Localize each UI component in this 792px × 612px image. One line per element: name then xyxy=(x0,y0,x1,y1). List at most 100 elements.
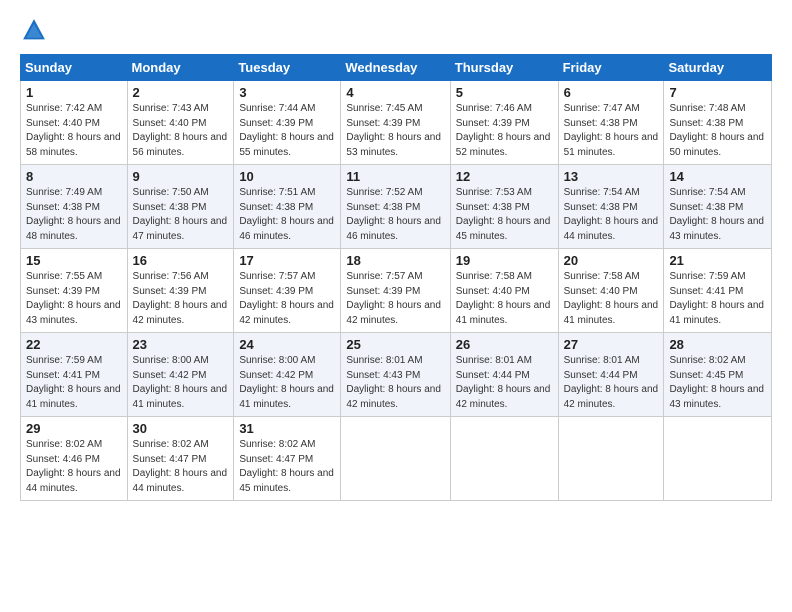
day-info: Sunrise: 8:02 AMSunset: 4:47 PMDaylight:… xyxy=(239,439,334,494)
calendar-cell: 6 Sunrise: 7:47 AMSunset: 4:38 PMDayligh… xyxy=(558,81,664,165)
calendar-body: 1 Sunrise: 7:42 AMSunset: 4:40 PMDayligh… xyxy=(21,81,772,501)
calendar-week-row: 15 Sunrise: 7:55 AMSunset: 4:39 PMDaylig… xyxy=(21,249,772,333)
day-info: Sunrise: 8:02 AMSunset: 4:45 PMDaylight:… xyxy=(669,355,764,410)
calendar-cell: 20 Sunrise: 7:58 AMSunset: 4:40 PMDaylig… xyxy=(558,249,664,333)
day-info: Sunrise: 8:00 AMSunset: 4:42 PMDaylight:… xyxy=(133,355,228,410)
day-info: Sunrise: 8:02 AMSunset: 4:47 PMDaylight:… xyxy=(133,439,228,494)
day-info: Sunrise: 7:51 AMSunset: 4:38 PMDaylight:… xyxy=(239,187,334,242)
day-number: 23 xyxy=(133,337,229,352)
day-info: Sunrise: 7:50 AMSunset: 4:38 PMDaylight:… xyxy=(133,187,228,242)
calendar-cell: 13 Sunrise: 7:54 AMSunset: 4:38 PMDaylig… xyxy=(558,165,664,249)
calendar-cell: 10 Sunrise: 7:51 AMSunset: 4:38 PMDaylig… xyxy=(234,165,341,249)
calendar-cell: 28 Sunrise: 8:02 AMSunset: 4:45 PMDaylig… xyxy=(664,333,772,417)
calendar-cell: 1 Sunrise: 7:42 AMSunset: 4:40 PMDayligh… xyxy=(21,81,128,165)
day-number: 26 xyxy=(456,337,553,352)
calendar-cell: 9 Sunrise: 7:50 AMSunset: 4:38 PMDayligh… xyxy=(127,165,234,249)
calendar-cell: 26 Sunrise: 8:01 AMSunset: 4:44 PMDaylig… xyxy=(450,333,558,417)
day-number: 20 xyxy=(564,253,659,268)
calendar-cell xyxy=(664,417,772,501)
calendar-cell xyxy=(450,417,558,501)
day-number: 29 xyxy=(26,421,122,436)
day-info: Sunrise: 7:48 AMSunset: 4:38 PMDaylight:… xyxy=(669,103,764,158)
calendar-cell: 16 Sunrise: 7:56 AMSunset: 4:39 PMDaylig… xyxy=(127,249,234,333)
calendar-week-row: 22 Sunrise: 7:59 AMSunset: 4:41 PMDaylig… xyxy=(21,333,772,417)
calendar-cell: 24 Sunrise: 8:00 AMSunset: 4:42 PMDaylig… xyxy=(234,333,341,417)
day-number: 21 xyxy=(669,253,766,268)
day-info: Sunrise: 8:00 AMSunset: 4:42 PMDaylight:… xyxy=(239,355,334,410)
calendar-cell: 3 Sunrise: 7:44 AMSunset: 4:39 PMDayligh… xyxy=(234,81,341,165)
day-number: 8 xyxy=(26,169,122,184)
day-info: Sunrise: 7:59 AMSunset: 4:41 PMDaylight:… xyxy=(26,355,121,410)
day-number: 22 xyxy=(26,337,122,352)
calendar-cell: 27 Sunrise: 8:01 AMSunset: 4:44 PMDaylig… xyxy=(558,333,664,417)
day-info: Sunrise: 7:57 AMSunset: 4:39 PMDaylight:… xyxy=(239,271,334,326)
day-number: 31 xyxy=(239,421,335,436)
day-info: Sunrise: 7:53 AMSunset: 4:38 PMDaylight:… xyxy=(456,187,551,242)
day-info: Sunrise: 8:01 AMSunset: 4:43 PMDaylight:… xyxy=(346,355,441,410)
weekday-header-row: SundayMondayTuesdayWednesdayThursdayFrid… xyxy=(21,55,772,81)
calendar-week-row: 1 Sunrise: 7:42 AMSunset: 4:40 PMDayligh… xyxy=(21,81,772,165)
weekday-header-cell: Wednesday xyxy=(341,55,450,81)
day-number: 17 xyxy=(239,253,335,268)
day-number: 14 xyxy=(669,169,766,184)
day-number: 27 xyxy=(564,337,659,352)
day-number: 13 xyxy=(564,169,659,184)
weekday-header-cell: Saturday xyxy=(664,55,772,81)
weekday-header-cell: Thursday xyxy=(450,55,558,81)
day-info: Sunrise: 7:57 AMSunset: 4:39 PMDaylight:… xyxy=(346,271,441,326)
day-info: Sunrise: 7:46 AMSunset: 4:39 PMDaylight:… xyxy=(456,103,551,158)
day-info: Sunrise: 8:02 AMSunset: 4:46 PMDaylight:… xyxy=(26,439,121,494)
day-info: Sunrise: 7:43 AMSunset: 4:40 PMDaylight:… xyxy=(133,103,228,158)
weekday-header-cell: Friday xyxy=(558,55,664,81)
weekday-header-cell: Sunday xyxy=(21,55,128,81)
day-info: Sunrise: 8:01 AMSunset: 4:44 PMDaylight:… xyxy=(564,355,659,410)
calendar-cell: 19 Sunrise: 7:58 AMSunset: 4:40 PMDaylig… xyxy=(450,249,558,333)
logo-icon xyxy=(20,16,48,44)
calendar-cell: 4 Sunrise: 7:45 AMSunset: 4:39 PMDayligh… xyxy=(341,81,450,165)
calendar-cell: 5 Sunrise: 7:46 AMSunset: 4:39 PMDayligh… xyxy=(450,81,558,165)
calendar-cell: 30 Sunrise: 8:02 AMSunset: 4:47 PMDaylig… xyxy=(127,417,234,501)
day-number: 3 xyxy=(239,85,335,100)
calendar-cell: 29 Sunrise: 8:02 AMSunset: 4:46 PMDaylig… xyxy=(21,417,128,501)
day-info: Sunrise: 7:58 AMSunset: 4:40 PMDaylight:… xyxy=(564,271,659,326)
calendar-cell: 7 Sunrise: 7:48 AMSunset: 4:38 PMDayligh… xyxy=(664,81,772,165)
calendar-cell: 14 Sunrise: 7:54 AMSunset: 4:38 PMDaylig… xyxy=(664,165,772,249)
calendar-cell: 11 Sunrise: 7:52 AMSunset: 4:38 PMDaylig… xyxy=(341,165,450,249)
day-number: 15 xyxy=(26,253,122,268)
day-number: 24 xyxy=(239,337,335,352)
calendar-cell: 2 Sunrise: 7:43 AMSunset: 4:40 PMDayligh… xyxy=(127,81,234,165)
day-info: Sunrise: 7:58 AMSunset: 4:40 PMDaylight:… xyxy=(456,271,551,326)
logo xyxy=(20,16,52,44)
day-number: 5 xyxy=(456,85,553,100)
day-number: 19 xyxy=(456,253,553,268)
day-info: Sunrise: 7:54 AMSunset: 4:38 PMDaylight:… xyxy=(669,187,764,242)
page-header xyxy=(20,16,772,44)
day-info: Sunrise: 7:59 AMSunset: 4:41 PMDaylight:… xyxy=(669,271,764,326)
day-info: Sunrise: 7:52 AMSunset: 4:38 PMDaylight:… xyxy=(346,187,441,242)
day-info: Sunrise: 7:45 AMSunset: 4:39 PMDaylight:… xyxy=(346,103,441,158)
day-number: 4 xyxy=(346,85,444,100)
calendar-table: SundayMondayTuesdayWednesdayThursdayFrid… xyxy=(20,54,772,501)
calendar-cell: 23 Sunrise: 8:00 AMSunset: 4:42 PMDaylig… xyxy=(127,333,234,417)
day-info: Sunrise: 7:44 AMSunset: 4:39 PMDaylight:… xyxy=(239,103,334,158)
day-number: 9 xyxy=(133,169,229,184)
day-number: 18 xyxy=(346,253,444,268)
day-info: Sunrise: 7:42 AMSunset: 4:40 PMDaylight:… xyxy=(26,103,121,158)
calendar-cell xyxy=(341,417,450,501)
calendar-week-row: 29 Sunrise: 8:02 AMSunset: 4:46 PMDaylig… xyxy=(21,417,772,501)
day-info: Sunrise: 7:54 AMSunset: 4:38 PMDaylight:… xyxy=(564,187,659,242)
calendar-cell: 8 Sunrise: 7:49 AMSunset: 4:38 PMDayligh… xyxy=(21,165,128,249)
weekday-header-cell: Monday xyxy=(127,55,234,81)
day-number: 28 xyxy=(669,337,766,352)
calendar-cell: 18 Sunrise: 7:57 AMSunset: 4:39 PMDaylig… xyxy=(341,249,450,333)
weekday-header-cell: Tuesday xyxy=(234,55,341,81)
day-number: 10 xyxy=(239,169,335,184)
calendar-cell: 15 Sunrise: 7:55 AMSunset: 4:39 PMDaylig… xyxy=(21,249,128,333)
day-number: 7 xyxy=(669,85,766,100)
day-info: Sunrise: 7:49 AMSunset: 4:38 PMDaylight:… xyxy=(26,187,121,242)
day-info: Sunrise: 7:47 AMSunset: 4:38 PMDaylight:… xyxy=(564,103,659,158)
calendar-cell: 17 Sunrise: 7:57 AMSunset: 4:39 PMDaylig… xyxy=(234,249,341,333)
day-number: 16 xyxy=(133,253,229,268)
day-number: 6 xyxy=(564,85,659,100)
day-info: Sunrise: 7:56 AMSunset: 4:39 PMDaylight:… xyxy=(133,271,228,326)
